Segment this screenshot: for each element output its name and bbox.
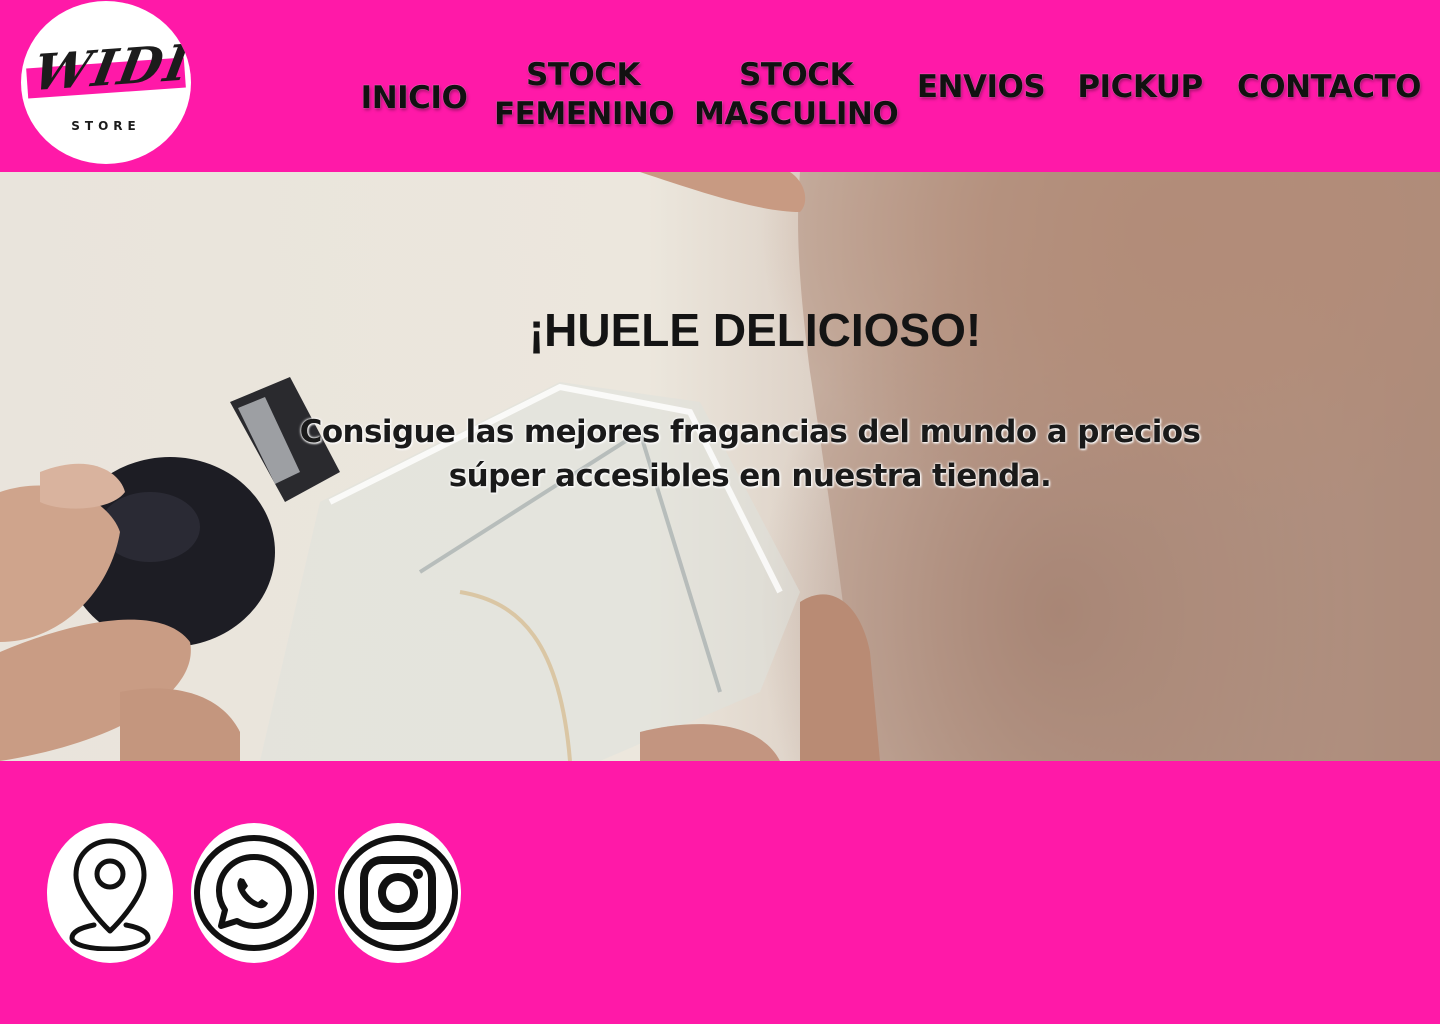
instagram-icon bbox=[338, 835, 458, 951]
nav-item-stock-masculino[interactable]: STOCK MASCULINO bbox=[694, 56, 899, 134]
site-header: WIDI STORE INICIO STOCK FEMENINO STOCK M… bbox=[0, 0, 1440, 172]
hero-banner: ¡HUELE DELICIOSO! Consigue las mejores f… bbox=[0, 172, 1440, 761]
hero-title: ¡HUELE DELICIOSO! bbox=[528, 304, 982, 356]
nav-item-label: PICKUP bbox=[1077, 69, 1203, 105]
whatsapp-link[interactable] bbox=[191, 823, 317, 963]
nav-item-label-line-2: MASCULINO bbox=[694, 96, 899, 132]
logo-wordmark: WIDI bbox=[28, 32, 191, 103]
nav-item-label: INICIO bbox=[360, 80, 468, 116]
nav-item-label-line-2: FEMENINO bbox=[494, 96, 675, 132]
location-pin-icon bbox=[69, 838, 151, 951]
whatsapp-icon bbox=[194, 835, 314, 951]
nav-item-stock-femenino[interactable]: STOCK FEMENINO bbox=[494, 56, 675, 134]
logo-subtitle: STORE bbox=[71, 119, 141, 133]
instagram-link[interactable] bbox=[335, 823, 461, 963]
nav-item-envios[interactable]: ENVIOS bbox=[912, 68, 1050, 107]
hero-description: Consigue las mejores fragancias del mund… bbox=[299, 414, 1201, 494]
nav-item-label: ENVIOS bbox=[916, 69, 1046, 105]
nav-item-pickup[interactable]: PICKUP bbox=[1072, 68, 1208, 107]
nav-item-inicio[interactable]: INICIO bbox=[356, 79, 472, 118]
location-link[interactable] bbox=[47, 823, 173, 963]
nav-item-contacto[interactable]: CONTACTO bbox=[1230, 68, 1428, 107]
nav-item-label-line-1: STOCK bbox=[738, 57, 854, 93]
store-logo[interactable]: WIDI STORE bbox=[21, 1, 191, 164]
nav-item-label-line-1: STOCK bbox=[525, 57, 641, 93]
nav-item-label: CONTACTO bbox=[1236, 69, 1422, 105]
